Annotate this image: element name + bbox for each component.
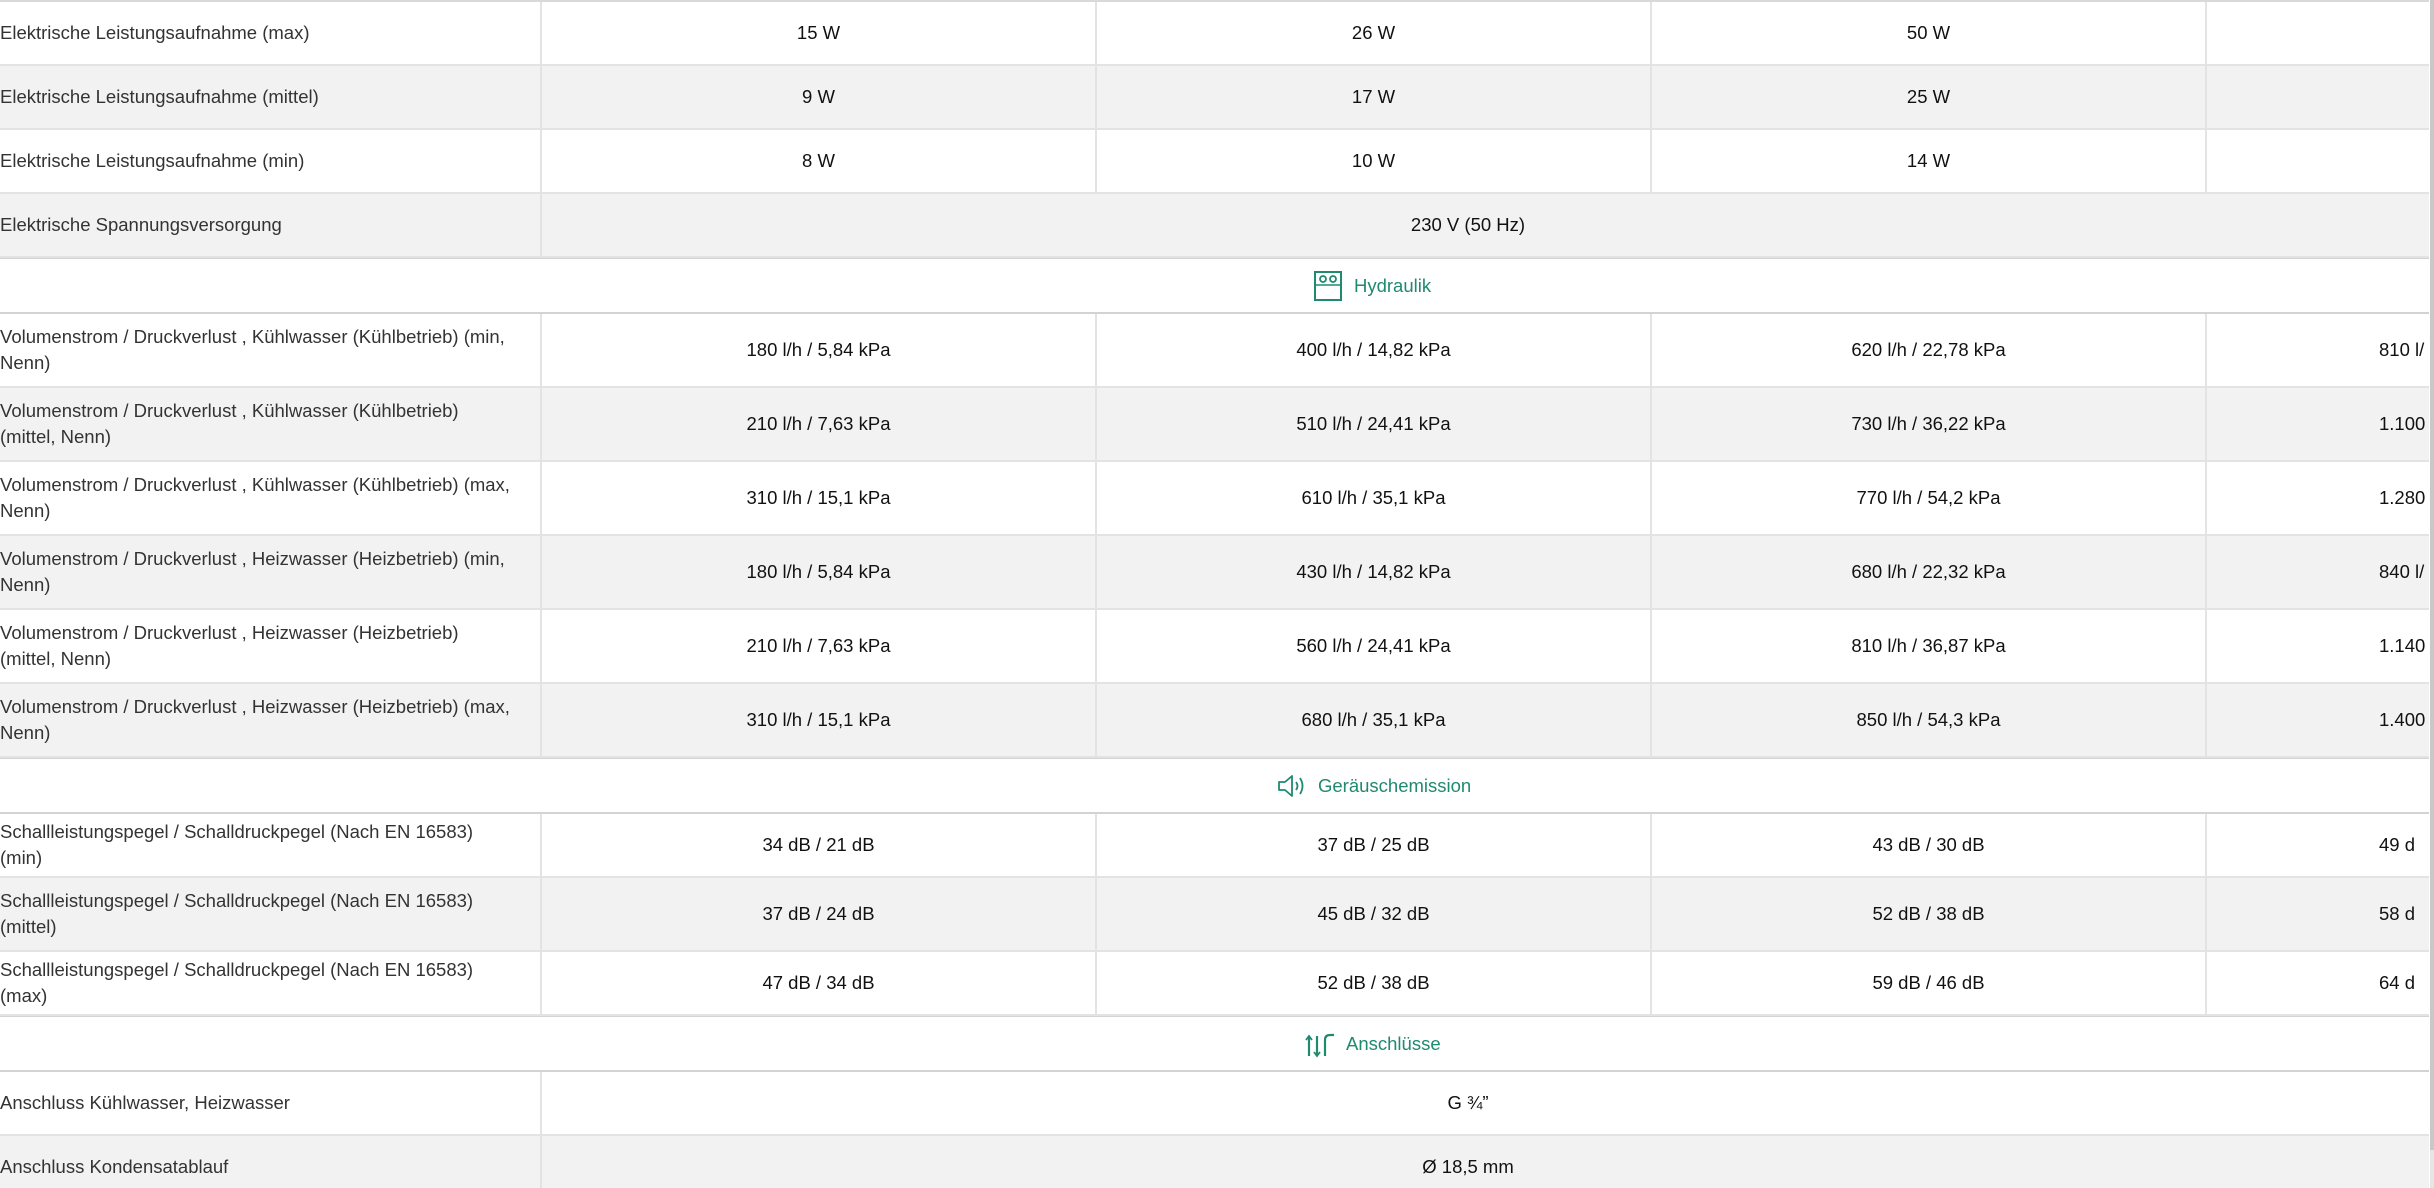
row-label: Schallleistungspegel / Schalldruckpegel … xyxy=(0,814,542,876)
value-cell: 52 dB / 38 dB xyxy=(1652,878,2207,950)
section-header-noise: Geräuschemission xyxy=(0,758,2429,814)
value-cell: 14 W xyxy=(1652,130,2207,192)
value-cell: 15 W xyxy=(542,2,1097,64)
spec-table-page: Elektrische Leistungsaufnahme (max) 15 W… xyxy=(0,0,2434,1188)
value-cell: 210 l/h / 7,63 kPa xyxy=(542,610,1097,682)
row-label: Volumenstrom / Druckverlust , Heizwasser… xyxy=(0,610,542,682)
row-label: Schallleistungspegel / Schalldruckpegel … xyxy=(0,878,542,950)
value-cell: 1.400 l/ xyxy=(2379,709,2429,730)
row-label: Elektrische Spannungsversorgung xyxy=(0,194,542,256)
value-cell: 34 dB / 21 dB xyxy=(542,814,1097,876)
value-cell: 510 l/h / 24,41 kPa xyxy=(1097,388,1652,460)
table-row: Elektrische Spannungsversorgung 230 V (5… xyxy=(0,194,2429,258)
value-cell: 9 W xyxy=(542,66,1097,128)
table-row: Elektrische Leistungsaufnahme (min) 8 W … xyxy=(0,130,2429,194)
value-cell: 52 dB / 38 dB xyxy=(1097,952,1652,1014)
value-cell: 1.100 l/ xyxy=(2379,413,2429,434)
value-cell xyxy=(2207,130,2429,192)
value-cell: 310 l/h / 15,1 kPa xyxy=(542,684,1097,756)
value-cell: 430 l/h / 14,82 kPa xyxy=(1097,536,1652,608)
row-label: Volumenstrom / Druckverlust , Kühlwasser… xyxy=(0,388,542,460)
value-cell: 1.140 l/ xyxy=(2379,635,2429,656)
row-label: Elektrische Leistungsaufnahme (min) xyxy=(0,130,542,192)
table-row: Elektrische Leistungsaufnahme (mittel) 9… xyxy=(0,66,2429,130)
value-cell: 1.280 l xyxy=(2379,487,2429,508)
value-cell: 810 l/ xyxy=(2379,339,2425,360)
table-row: Volumenstrom / Druckverlust , Heizwasser… xyxy=(0,610,2429,684)
table-row: Schallleistungspegel / Schalldruckpegel … xyxy=(0,952,2429,1016)
value-cell: 8 W xyxy=(542,130,1097,192)
spanning-value-cell: G ¾” xyxy=(542,1072,2429,1134)
row-label: Volumenstrom / Druckverlust , Heizwasser… xyxy=(0,536,542,608)
value-cell: 210 l/h / 7,63 kPa xyxy=(542,388,1097,460)
table-row: Anschluss Kondensatablauf Ø 18,5 mm xyxy=(0,1136,2429,1188)
table-row: Schallleistungspegel / Schalldruckpegel … xyxy=(0,814,2429,878)
table-row: Volumenstrom / Druckverlust , Heizwasser… xyxy=(0,684,2429,758)
value-cell: 17 W xyxy=(1097,66,1652,128)
speaker-icon xyxy=(1276,770,1308,802)
value-cell: 58 d xyxy=(2379,903,2416,924)
technical-data-table: Elektrische Leistungsaufnahme (max) 15 W… xyxy=(0,0,2429,1188)
value-cell: 400 l/h / 14,82 kPa xyxy=(1097,314,1652,386)
table-row: Volumenstrom / Druckverlust , Kühlwasser… xyxy=(0,462,2429,536)
value-cell: 47 dB / 34 dB xyxy=(542,952,1097,1014)
value-cell: 310 l/h / 15,1 kPa xyxy=(542,462,1097,534)
value-cell: 620 l/h / 22,78 kPa xyxy=(1652,314,2207,386)
value-cell: 64 d xyxy=(2379,972,2416,993)
value-cell: 730 l/h / 36,22 kPa xyxy=(1652,388,2207,460)
section-title: Geräuschemission xyxy=(1318,774,1472,796)
value-cell: 49 d xyxy=(2379,834,2416,855)
supply-value: 230 V (50 Hz) xyxy=(1410,214,1526,235)
table-row: Volumenstrom / Druckverlust , Heizwasser… xyxy=(0,536,2429,610)
spanning-value-cell: Ø 18,5 mm xyxy=(542,1136,2429,1188)
section-header-connections: Anschlüsse xyxy=(0,1016,2429,1072)
row-label: Elektrische Leistungsaufnahme (mittel) xyxy=(0,66,542,128)
spanning-value-cell: 230 V (50 Hz) xyxy=(542,194,2429,256)
value-cell: 59 dB / 46 dB xyxy=(1652,952,2207,1014)
section-header-hydraulik: Hydraulik xyxy=(0,258,2429,314)
row-label: Anschluss Kondensatablauf xyxy=(0,1136,542,1188)
vertical-scrollbar[interactable] xyxy=(2430,0,2434,1188)
value-cell xyxy=(2207,2,2429,64)
value-cell: 610 l/h / 35,1 kPa xyxy=(1097,462,1652,534)
scrollbar-thumb[interactable] xyxy=(2430,0,2434,1150)
value-cell: 840 l/ xyxy=(2379,561,2425,582)
value-cell: 810 l/h / 36,87 kPa xyxy=(1652,610,2207,682)
value-cell: 770 l/h / 54,2 kPa xyxy=(1652,462,2207,534)
row-label: Volumenstrom / Druckverlust , Heizwasser… xyxy=(0,684,542,756)
value-cell: 680 l/h / 35,1 kPa xyxy=(1097,684,1652,756)
value-cell: 680 l/h / 22,32 kPa xyxy=(1652,536,2207,608)
value-cell: 50 W xyxy=(1652,2,2207,64)
value-cell: 850 l/h / 54,3 kPa xyxy=(1652,684,2207,756)
connection-value: G ¾” xyxy=(1447,1092,1489,1113)
value-cell: 26 W xyxy=(1097,2,1652,64)
value-cell: 43 dB / 30 dB xyxy=(1652,814,2207,876)
row-label: Volumenstrom / Druckverlust , Kühlwasser… xyxy=(0,314,542,386)
section-title: Anschlüsse xyxy=(1346,1032,1441,1054)
value-cell: 180 l/h / 5,84 kPa xyxy=(542,536,1097,608)
row-label: Schallleistungspegel / Schalldruckpegel … xyxy=(0,952,542,1014)
value-cell: 560 l/h / 24,41 kPa xyxy=(1097,610,1652,682)
table-row: Volumenstrom / Druckverlust , Kühlwasser… xyxy=(0,388,2429,462)
section-title: Hydraulik xyxy=(1354,274,1432,296)
row-label: Volumenstrom / Druckverlust , Kühlwasser… xyxy=(0,462,542,534)
hydraulic-icon xyxy=(1312,270,1344,302)
value-cell: 37 dB / 24 dB xyxy=(542,878,1097,950)
table-row: Elektrische Leistungsaufnahme (max) 15 W… xyxy=(0,2,2429,66)
value-cell: 10 W xyxy=(1097,130,1652,192)
row-label: Anschluss Kühlwasser, Heizwasser xyxy=(0,1072,542,1134)
pipe-connections-icon xyxy=(1304,1028,1336,1060)
row-label: Elektrische Leistungsaufnahme (max) xyxy=(0,2,542,64)
connection-value: Ø 18,5 mm xyxy=(1422,1156,1514,1177)
value-cell: 180 l/h / 5,84 kPa xyxy=(542,314,1097,386)
table-row: Schallleistungspegel / Schalldruckpegel … xyxy=(0,878,2429,952)
value-cell xyxy=(2207,66,2429,128)
value-cell: 25 W xyxy=(1652,66,2207,128)
table-row: Volumenstrom / Druckverlust , Kühlwasser… xyxy=(0,314,2429,388)
table-row: Anschluss Kühlwasser, Heizwasser G ¾” xyxy=(0,1072,2429,1136)
value-cell: 45 dB / 32 dB xyxy=(1097,878,1652,950)
value-cell: 37 dB / 25 dB xyxy=(1097,814,1652,876)
